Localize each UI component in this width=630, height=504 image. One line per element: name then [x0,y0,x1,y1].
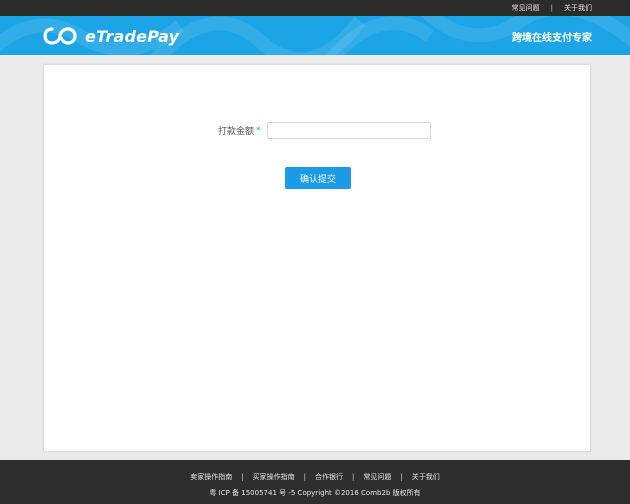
payment-form-panel: 打款金额 * 确认提交 [43,64,591,452]
footer-separator: | [352,473,355,481]
top-bar: 常见问题 | 关于我们 [0,0,630,16]
footer-separator: | [400,473,403,481]
site-logo[interactable]: eTradePay [43,24,179,48]
amount-input[interactable] [266,122,431,139]
footer-links: 卖家操作指南 | 买家操作指南 | 合作银行 | 常见问题 | 关于我们 [0,472,630,482]
site-header: eTradePay 跨境在线支付专家 [0,16,630,55]
top-links: 常见问题 | 关于我们 [512,0,592,16]
footer-link-buyer-guide[interactable]: 买家操作指南 [253,472,295,482]
footer-copyright: 粤 ICP 备 15005741 号 -5 Copyright ©2016 Co… [209,489,421,497]
top-link-faq[interactable]: 常见问题 [512,3,540,13]
amount-row: 打款金额 * [202,122,431,139]
submit-button[interactable]: 确认提交 [285,167,351,189]
footer-link-about[interactable]: 关于我们 [412,472,440,482]
top-link-about[interactable]: 关于我们 [564,3,592,13]
footer-separator: | [303,473,306,481]
amount-label: 打款金额 [217,127,254,137]
infinity-icon [43,27,77,45]
header-slogan: 跨境在线支付专家 [512,33,592,44]
logo-text: eTradePay [85,26,180,46]
required-mark: * [256,125,261,136]
footer-link-partner-banks[interactable]: 合作银行 [315,472,343,482]
footer-separator: | [241,473,244,481]
footer-link-faq[interactable]: 常见问题 [363,472,391,482]
footer-link-seller-guide[interactable]: 卖家操作指南 [190,472,232,482]
site-footer: 卖家操作指南 | 买家操作指南 | 合作银行 | 常见问题 | 关于我们 粤 I… [0,460,630,504]
top-link-separator: | [550,4,553,12]
